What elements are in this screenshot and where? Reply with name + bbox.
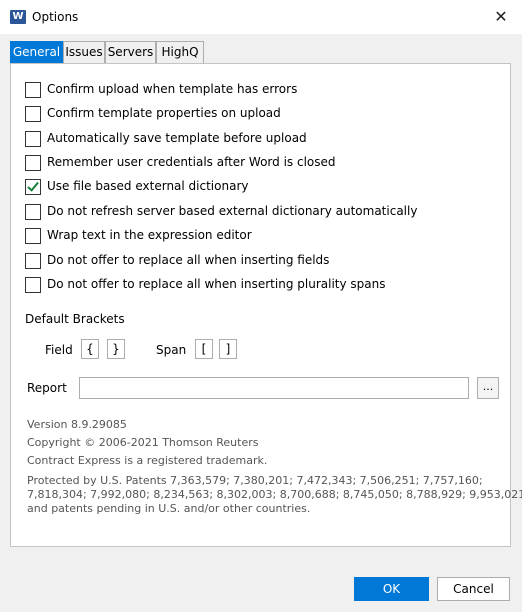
tab-highq[interactable]: HighQ (156, 41, 204, 64)
patents-text: and patents pending in U.S. and/or other… (27, 502, 311, 515)
version-text: Version 8.9.29085 (27, 418, 127, 431)
option-label: Do not offer to replace all when inserti… (47, 277, 386, 291)
trademark-text: Contract Express is a registered tradema… (27, 454, 268, 467)
checkbox[interactable] (25, 228, 41, 244)
copyright-text: Copyright © 2006-2021 Thomson Reuters (27, 436, 259, 449)
title-bar: W Options ✕ (0, 0, 522, 34)
option-label: Confirm template properties on upload (47, 106, 281, 120)
patents-text: 7,818,304; 7,992,080; 8,234,563; 8,302,0… (27, 488, 522, 501)
checkbox[interactable] (25, 106, 41, 122)
tab-servers[interactable]: Servers (105, 41, 156, 64)
checkbox[interactable] (25, 204, 41, 220)
cancel-button[interactable]: Cancel (437, 577, 510, 601)
option-label: Automatically save template before uploa… (47, 131, 307, 145)
field-close-bracket-input[interactable]: } (107, 339, 125, 359)
field-open-bracket-input[interactable]: { (81, 339, 99, 359)
tab-general[interactable]: General (10, 41, 63, 65)
default-brackets-heading: Default Brackets (25, 312, 125, 326)
option-label: Wrap text in the expression editor (47, 228, 252, 242)
option-label: Do not refresh server based external dic… (47, 204, 418, 218)
field-label: Field (45, 343, 73, 357)
word-app-icon: W (10, 10, 26, 24)
tab-issues[interactable]: Issues (63, 41, 105, 64)
browse-button[interactable]: ... (477, 377, 499, 399)
report-label: Report (27, 381, 67, 395)
checkbox[interactable] (25, 131, 41, 147)
general-panel: Confirm upload when template has errors … (10, 63, 522, 547)
checkbox-checked[interactable] (25, 179, 41, 195)
window-title: Options (32, 10, 79, 24)
checkbox[interactable] (25, 82, 41, 98)
checkbox[interactable] (25, 253, 41, 269)
span-open-bracket-input[interactable]: [ (195, 339, 213, 359)
span-label: Span (156, 343, 187, 357)
span-close-bracket-input[interactable]: ] (219, 339, 237, 359)
ok-button[interactable]: OK (354, 577, 429, 601)
option-label: Confirm upload when template has errors (47, 82, 298, 96)
close-icon[interactable]: ✕ (490, 6, 512, 28)
patents-text: Protected by U.S. Patents 7,363,579; 7,3… (27, 474, 483, 487)
option-label: Remember user credentials after Word is … (47, 155, 336, 169)
option-label: Use file based external dictionary (47, 179, 249, 193)
option-label: Do not offer to replace all when inserti… (47, 253, 330, 267)
checkbox[interactable] (25, 277, 41, 293)
report-input[interactable] (79, 377, 469, 399)
checkbox[interactable] (25, 155, 41, 171)
